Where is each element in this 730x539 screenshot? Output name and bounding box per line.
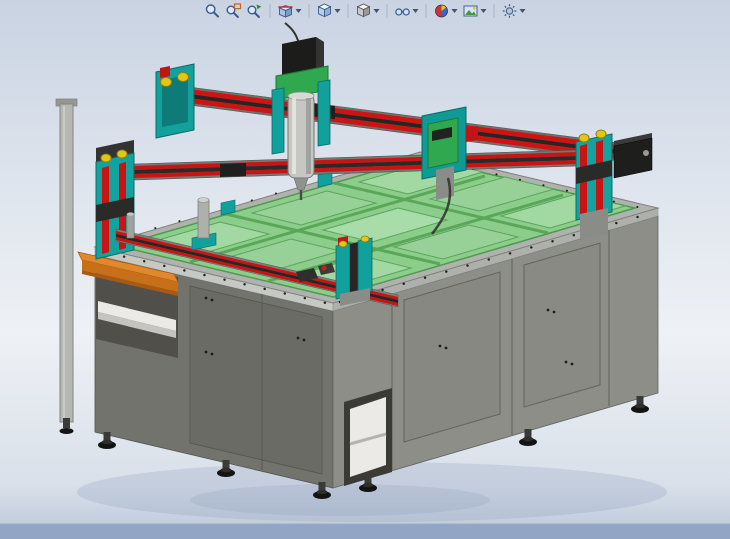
view-settings-button[interactable] — [501, 2, 527, 20]
hide-show-items-button[interactable] — [394, 2, 420, 20]
shaded-cube-icon — [356, 3, 372, 19]
previous-view-button[interactable] — [246, 2, 264, 20]
gantry-bridge-upper[interactable] — [156, 64, 642, 164]
chevron-down-icon[interactable] — [520, 9, 526, 13]
chevron-down-icon[interactable] — [481, 9, 487, 13]
chevron-down-icon[interactable] — [413, 9, 419, 13]
toolbar-separator — [426, 4, 427, 18]
toolbar-separator — [309, 4, 310, 18]
chevron-down-icon[interactable] — [374, 9, 380, 13]
zoom-to-area-button[interactable] — [225, 2, 243, 20]
section-cube-icon — [278, 3, 294, 19]
drive-motor[interactable] — [614, 133, 652, 178]
chevron-down-icon[interactable] — [296, 9, 302, 13]
view-cube-icon — [317, 3, 333, 19]
section-view-button[interactable] — [277, 2, 303, 20]
right-gantry-tower[interactable] — [576, 130, 612, 240]
chevron-down-icon[interactable] — [335, 9, 341, 13]
chevron-down-icon[interactable] — [452, 9, 458, 13]
left-panel-door — [190, 286, 322, 474]
toolbar-separator — [494, 4, 495, 18]
cad-viewport-window — [0, 0, 730, 539]
cable-post[interactable] — [56, 99, 77, 422]
view-orientation-button[interactable] — [316, 2, 342, 20]
machine-model[interactable] — [56, 23, 658, 499]
front-slot-opening — [344, 388, 392, 486]
edit-appearance-button[interactable] — [433, 2, 459, 20]
appearance-sphere-icon — [434, 3, 450, 19]
glasses-icon — [395, 3, 411, 19]
scene-icon — [463, 3, 479, 19]
display-style-button[interactable] — [355, 2, 381, 20]
magnifier-back-icon — [247, 3, 263, 19]
toolbar-separator — [348, 4, 349, 18]
zoom-to-fit-button[interactable] — [204, 2, 222, 20]
magnifier-icon — [205, 3, 221, 19]
toolbar-separator — [387, 4, 388, 18]
viewport-3d-scene[interactable] — [0, 0, 730, 539]
magnifier-area-icon — [226, 3, 242, 19]
toolbar-separator — [270, 4, 271, 18]
heads-up-view-toolbar — [204, 2, 527, 20]
view-settings-icon — [502, 3, 518, 19]
apply-scene-button[interactable] — [462, 2, 488, 20]
